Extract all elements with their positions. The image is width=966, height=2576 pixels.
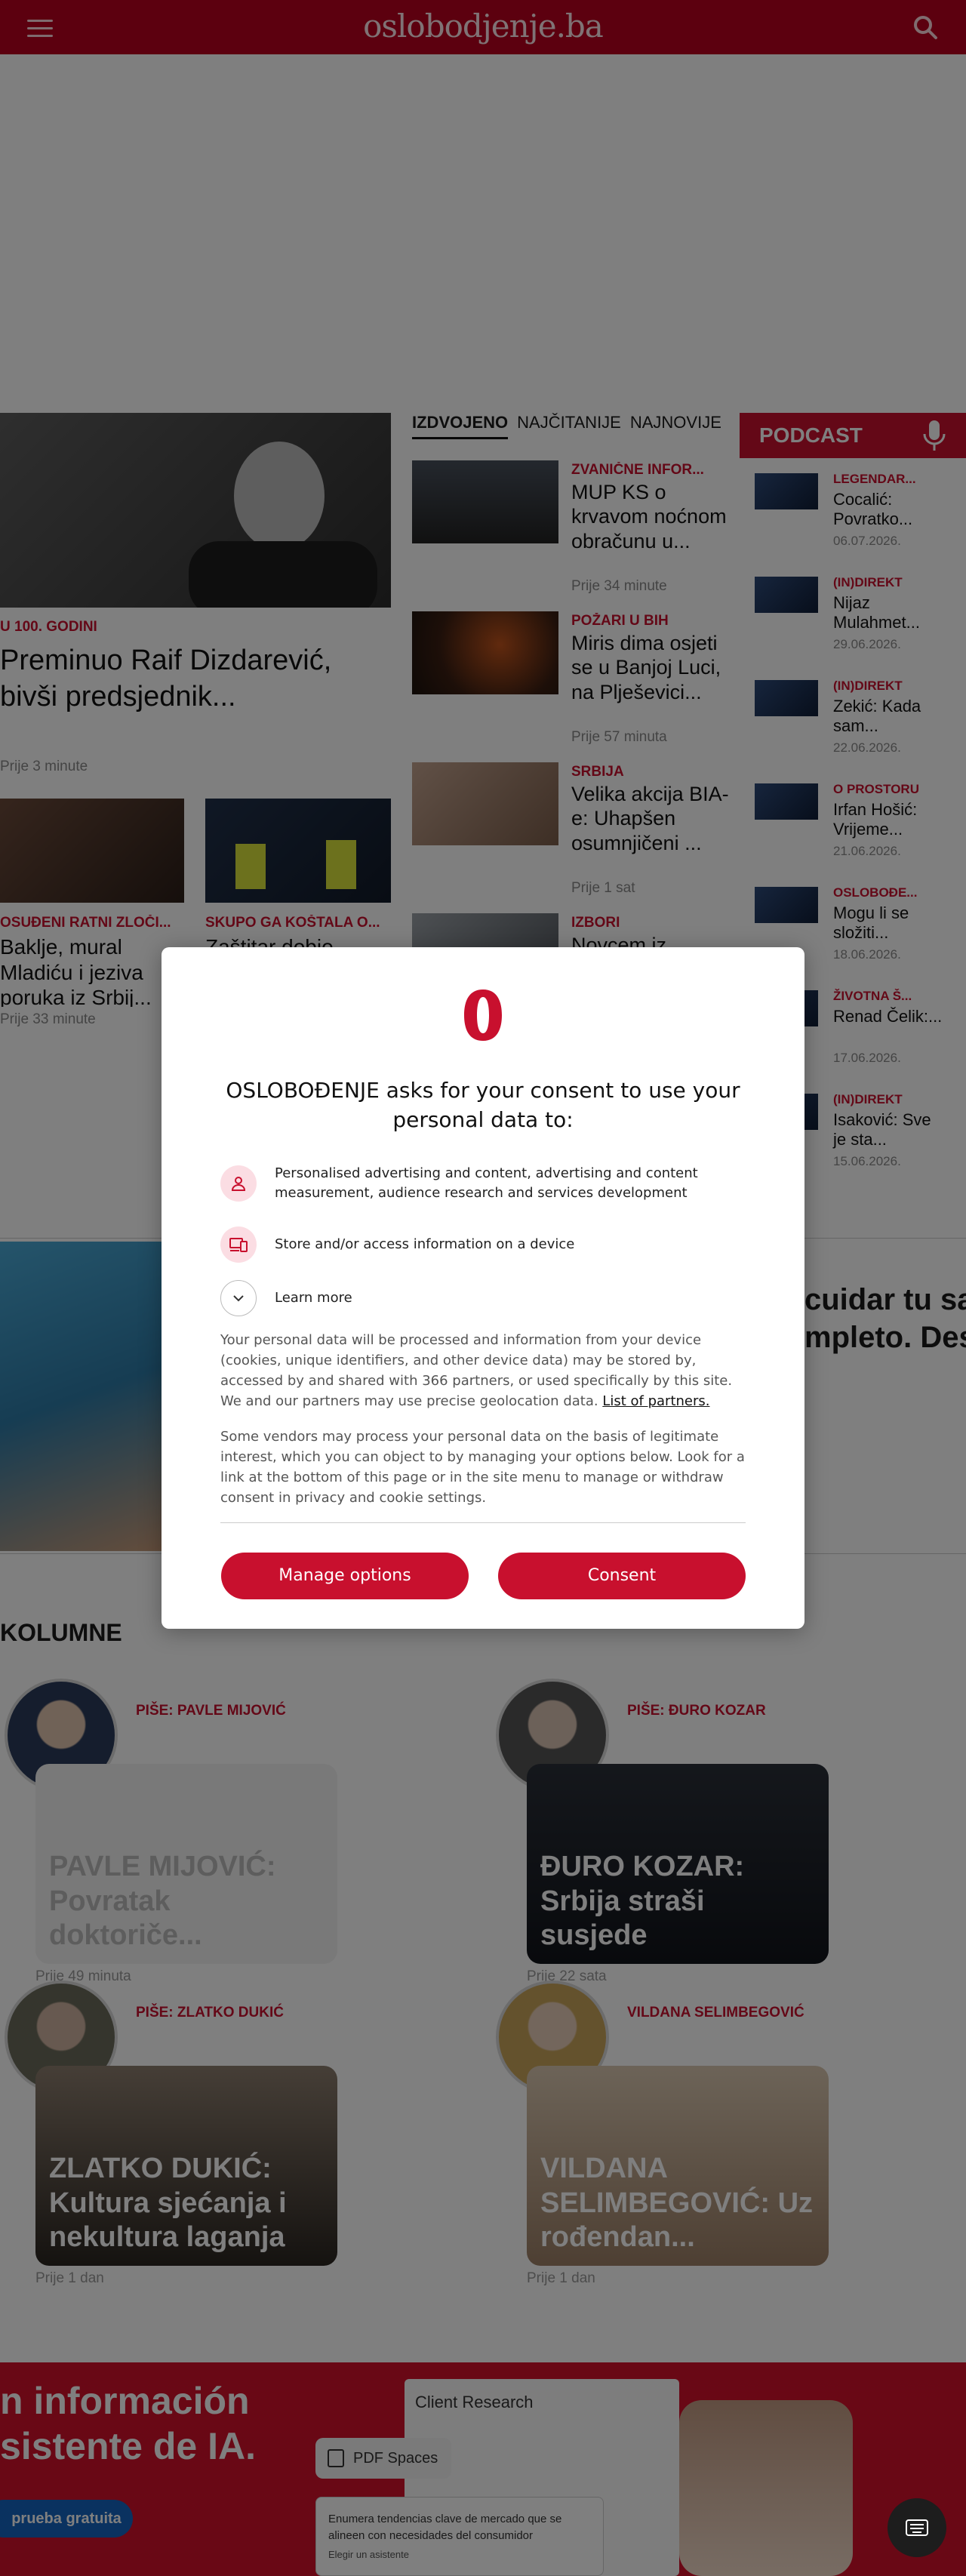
consent-dialog: OSLOBOĐENJE asks for your consent to use… (162, 947, 804, 1629)
consent-paragraph-2: Some vendors may process your personal d… (220, 1429, 745, 1506)
purpose-device-storage: Store and/or access information on a dev… (220, 1226, 749, 1263)
chevron-down-icon[interactable] (220, 1280, 257, 1316)
divider (220, 1522, 746, 1523)
consent-paragraph-1: Your personal data will be processed and… (220, 1330, 749, 1411)
device-icon (220, 1226, 257, 1263)
keyboard-icon[interactable] (888, 2498, 946, 2557)
purpose-text-1: Personalised advertising and content, ad… (275, 1165, 698, 1202)
oslobodjenje-logo-icon (461, 988, 505, 1042)
learn-more-toggle[interactable]: Learn more (220, 1280, 749, 1316)
manage-options-button[interactable]: Manage options (221, 1553, 469, 1599)
purpose-personalised-ads: Personalised advertising and content, ad… (220, 1164, 749, 1203)
purpose-text-2: Store and/or access information on a dev… (275, 1236, 575, 1252)
consent-button[interactable]: Consent (498, 1553, 746, 1599)
person-icon (220, 1165, 257, 1202)
learn-more-label[interactable]: Learn more (275, 1288, 352, 1308)
list-of-partners-link[interactable]: List of partners. (602, 1393, 709, 1409)
consent-title: OSLOBOĐENJE asks for your consent to use… (226, 1078, 740, 1133)
